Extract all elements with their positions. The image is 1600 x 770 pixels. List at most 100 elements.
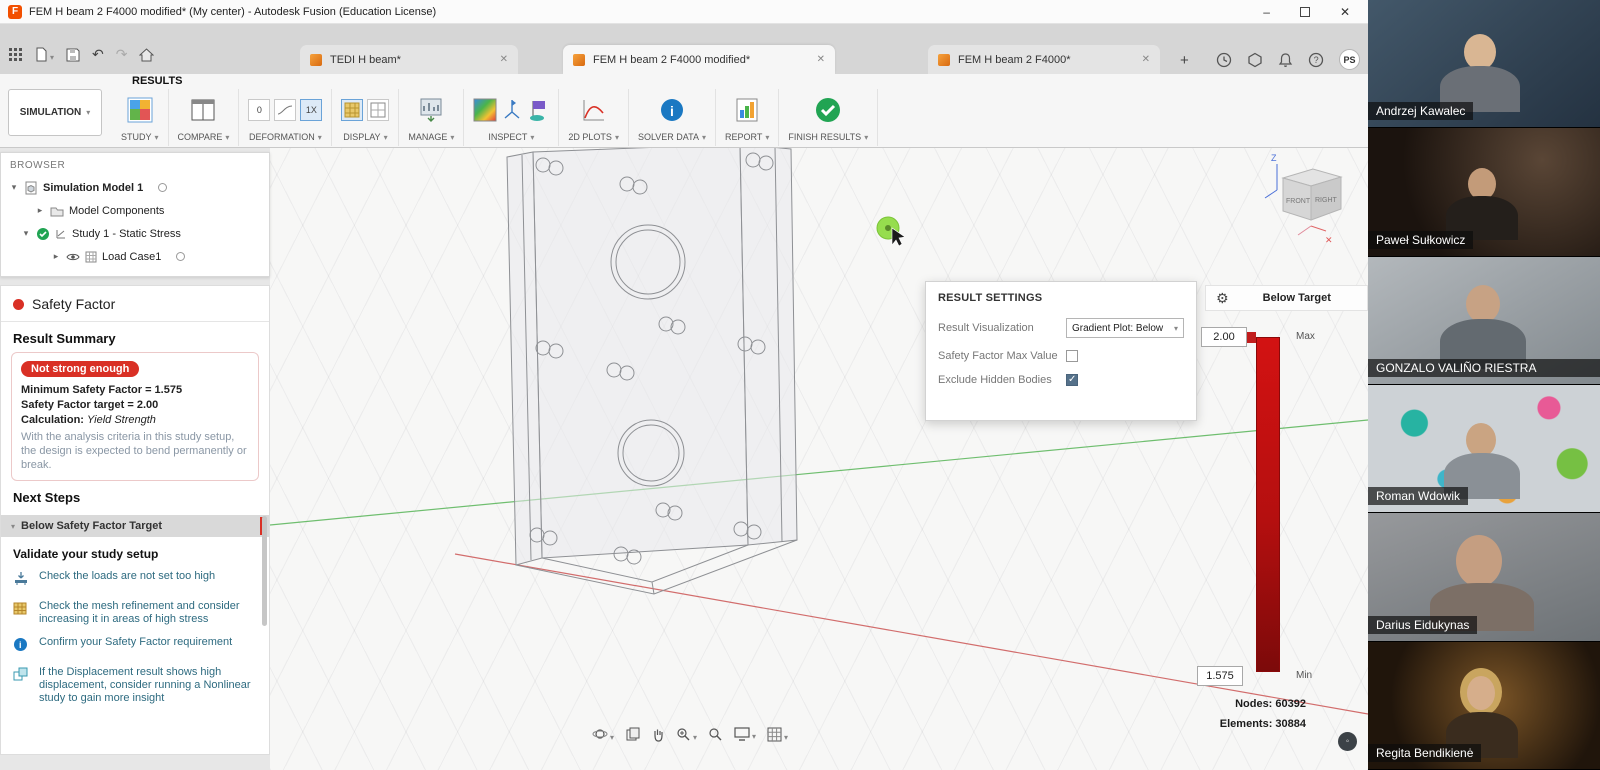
next-step-item[interactable]: Check the mesh refinement and consider i… bbox=[1, 595, 269, 631]
ribbon-group-study[interactable]: STUDY▾ bbox=[112, 89, 169, 146]
zoom-button[interactable] bbox=[708, 727, 723, 742]
file-menu-icon[interactable] bbox=[35, 47, 48, 62]
h-beam-model[interactable] bbox=[507, 148, 797, 594]
load-check-icon bbox=[13, 571, 29, 586]
navigation-bar: ▾ ▾ ▾ ▾ bbox=[592, 726, 788, 742]
grid-display-button[interactable] bbox=[367, 99, 389, 121]
report-icon bbox=[735, 97, 759, 123]
job-status-icon[interactable] bbox=[1216, 52, 1232, 68]
group-label: DEFORMATION bbox=[249, 132, 315, 142]
next-step-item[interactable]: Check the loads are not set too high bbox=[1, 565, 269, 595]
chevron-right-icon[interactable]: ▸ bbox=[35, 205, 45, 216]
visibility-eye-icon[interactable] bbox=[66, 252, 80, 262]
new-tab-button[interactable]: + bbox=[1180, 52, 1189, 69]
chevron-right-icon[interactable]: ▸ bbox=[51, 251, 61, 262]
study-icon bbox=[127, 97, 153, 123]
next-step-item[interactable]: If the Displacement result shows high di… bbox=[1, 661, 269, 710]
user-avatar[interactable]: PS bbox=[1339, 49, 1360, 70]
svg-text:i: i bbox=[19, 640, 22, 650]
viewcube-right-label: RIGHT bbox=[1315, 197, 1338, 204]
workspace-selector[interactable]: SIMULATION ▾ bbox=[8, 89, 102, 136]
legend-max-input[interactable]: 2.00 bbox=[1201, 327, 1247, 347]
presence-bubble-icon[interactable]: ◦ bbox=[1338, 732, 1357, 751]
maximize-button[interactable] bbox=[1300, 7, 1310, 17]
participant-tile[interactable]: Roman Wdowik bbox=[1368, 385, 1600, 513]
chevron-down-icon: ▾ bbox=[752, 732, 756, 741]
panel-scrollbar[interactable] bbox=[262, 516, 267, 626]
gradient-result-icon bbox=[473, 98, 497, 122]
participant-tile[interactable]: Darius Eidukynas bbox=[1368, 513, 1600, 641]
deformation-curve-button[interactable] bbox=[274, 99, 296, 121]
study-status-check-icon bbox=[36, 227, 50, 241]
ribbon-group-deformation[interactable]: 0 1X DEFORMATION▾ bbox=[239, 89, 332, 146]
participant-tile[interactable]: Regita Bendikienė bbox=[1368, 642, 1600, 770]
notification-bell-icon[interactable] bbox=[1278, 52, 1293, 68]
undo-icon[interactable]: ↶ bbox=[92, 46, 104, 63]
below-safety-factor-target-row[interactable]: ▾ Below Safety Factor Target bbox=[1, 515, 269, 537]
folder-icon bbox=[50, 205, 64, 217]
help-icon[interactable]: ? bbox=[1308, 52, 1324, 68]
zoom-window-button[interactable]: ▾ bbox=[676, 727, 697, 742]
legend-settings-gear-icon[interactable]: ⚙ bbox=[1216, 290, 1229, 307]
deformation-scale-zero-button[interactable]: 0 bbox=[248, 99, 270, 121]
legend-min-input[interactable]: 1.575 bbox=[1197, 666, 1243, 686]
ribbon-group-finish-results[interactable]: FINISH RESULTS▾ bbox=[779, 89, 878, 146]
look-at-button[interactable] bbox=[625, 727, 640, 742]
result-visualization-dropdown[interactable]: Gradient Plot: Below ▾ bbox=[1066, 318, 1184, 338]
ribbon-group-2d-plots[interactable]: 2D PLOTS▾ bbox=[559, 89, 629, 146]
close-button[interactable]: ✕ bbox=[1340, 6, 1350, 18]
deformation-actual-scale-button[interactable]: 1X bbox=[300, 99, 322, 121]
chevron-down-icon[interactable]: ▾ bbox=[9, 182, 19, 193]
fusion-app-icon: F bbox=[8, 5, 22, 19]
plot-curve-icon bbox=[581, 97, 607, 123]
ribbon-group-inspect[interactable]: INSPECT▾ bbox=[464, 89, 559, 146]
tab-label: TEDI H beam* bbox=[330, 54, 401, 66]
result-summary-heading: Result Summary bbox=[1, 322, 269, 352]
participant-tile[interactable]: GONZALO VALIÑO RIESTRA bbox=[1368, 257, 1600, 385]
orbit-button[interactable]: ▾ bbox=[592, 726, 614, 742]
radio-circle-icon[interactable] bbox=[176, 252, 185, 261]
exclude-hidden-bodies-checkbox[interactable] bbox=[1066, 374, 1078, 386]
extensions-icon[interactable] bbox=[1247, 52, 1263, 68]
tree-item-simulation-model[interactable]: ▾ Simulation Model 1 bbox=[1, 176, 269, 199]
browser-panel: BROWSER ▾ Simulation Model 1 ▸ Model Com… bbox=[0, 152, 270, 277]
step-text: Check the loads are not set too high bbox=[39, 570, 215, 590]
next-step-item[interactable]: i Confirm your Safety Factor requirement bbox=[1, 631, 269, 661]
ribbon-group-compare[interactable]: COMPARE▾ bbox=[169, 89, 240, 146]
display-settings-button[interactable]: ▾ bbox=[734, 727, 756, 741]
safety-factor-max-checkbox[interactable] bbox=[1066, 350, 1078, 362]
tab-close-icon[interactable]: ✕ bbox=[817, 54, 825, 65]
radio-circle-icon[interactable] bbox=[158, 183, 167, 192]
mesh-display-button[interactable] bbox=[341, 99, 363, 121]
group-label: COMPARE bbox=[178, 132, 223, 142]
mini-label: 0 bbox=[257, 105, 262, 115]
tab-fem-h-beam[interactable]: FEM H beam 2 F4000* ✕ bbox=[928, 45, 1160, 74]
view-cube[interactable]: FRONT RIGHT Z ✕ bbox=[1265, 153, 1341, 245]
tab-tedi-h-beam[interactable]: TEDI H beam* ✕ bbox=[300, 45, 518, 74]
ribbon-group-display[interactable]: DISPLAY▾ bbox=[332, 89, 399, 146]
ribbon-group-solver-data[interactable]: i SOLVER DATA▾ bbox=[629, 89, 716, 146]
ribbon-group-manage[interactable]: MANAGE▾ bbox=[399, 89, 464, 146]
tab-close-icon[interactable]: ✕ bbox=[500, 54, 508, 65]
ribbon-tab-results[interactable]: RESULTS bbox=[132, 75, 183, 87]
home-icon[interactable] bbox=[139, 48, 154, 62]
tree-item-study1[interactable]: ▾ Study 1 - Static Stress bbox=[1, 222, 269, 245]
grid-settings-button[interactable]: ▾ bbox=[767, 727, 788, 742]
chevron-down-icon: ▾ bbox=[450, 133, 454, 142]
tab-fem-h-beam-modified[interactable]: FEM H beam 2 F4000 modified* ✕ bbox=[563, 45, 835, 74]
chevron-down-icon[interactable]: ▾ bbox=[21, 228, 31, 239]
ribbon-group-report[interactable]: REPORT▾ bbox=[716, 89, 779, 146]
save-icon[interactable] bbox=[66, 48, 80, 62]
redo-icon[interactable]: ↷ bbox=[116, 46, 128, 63]
participant-tile[interactable]: Andrzej Kawalec bbox=[1368, 0, 1600, 128]
viewport-canvas[interactable]: FRONT RIGHT Z ✕ RESULT SETTINGS Result V bbox=[270, 148, 1368, 770]
result-visualization-label: Result Visualization bbox=[938, 322, 1066, 334]
pan-button[interactable] bbox=[651, 727, 665, 742]
minimize-button[interactable]: – bbox=[1263, 6, 1270, 18]
tree-item-model-components[interactable]: ▸ Model Components bbox=[1, 199, 269, 222]
legend-color-bar[interactable] bbox=[1256, 337, 1280, 672]
participant-tile[interactable]: Paweł Sułkowicz bbox=[1368, 128, 1600, 256]
tab-close-icon[interactable]: ✕ bbox=[1142, 54, 1150, 65]
app-grid-icon[interactable] bbox=[8, 47, 23, 62]
tree-item-load-case1[interactable]: ▸ Load Case1 bbox=[1, 245, 269, 268]
